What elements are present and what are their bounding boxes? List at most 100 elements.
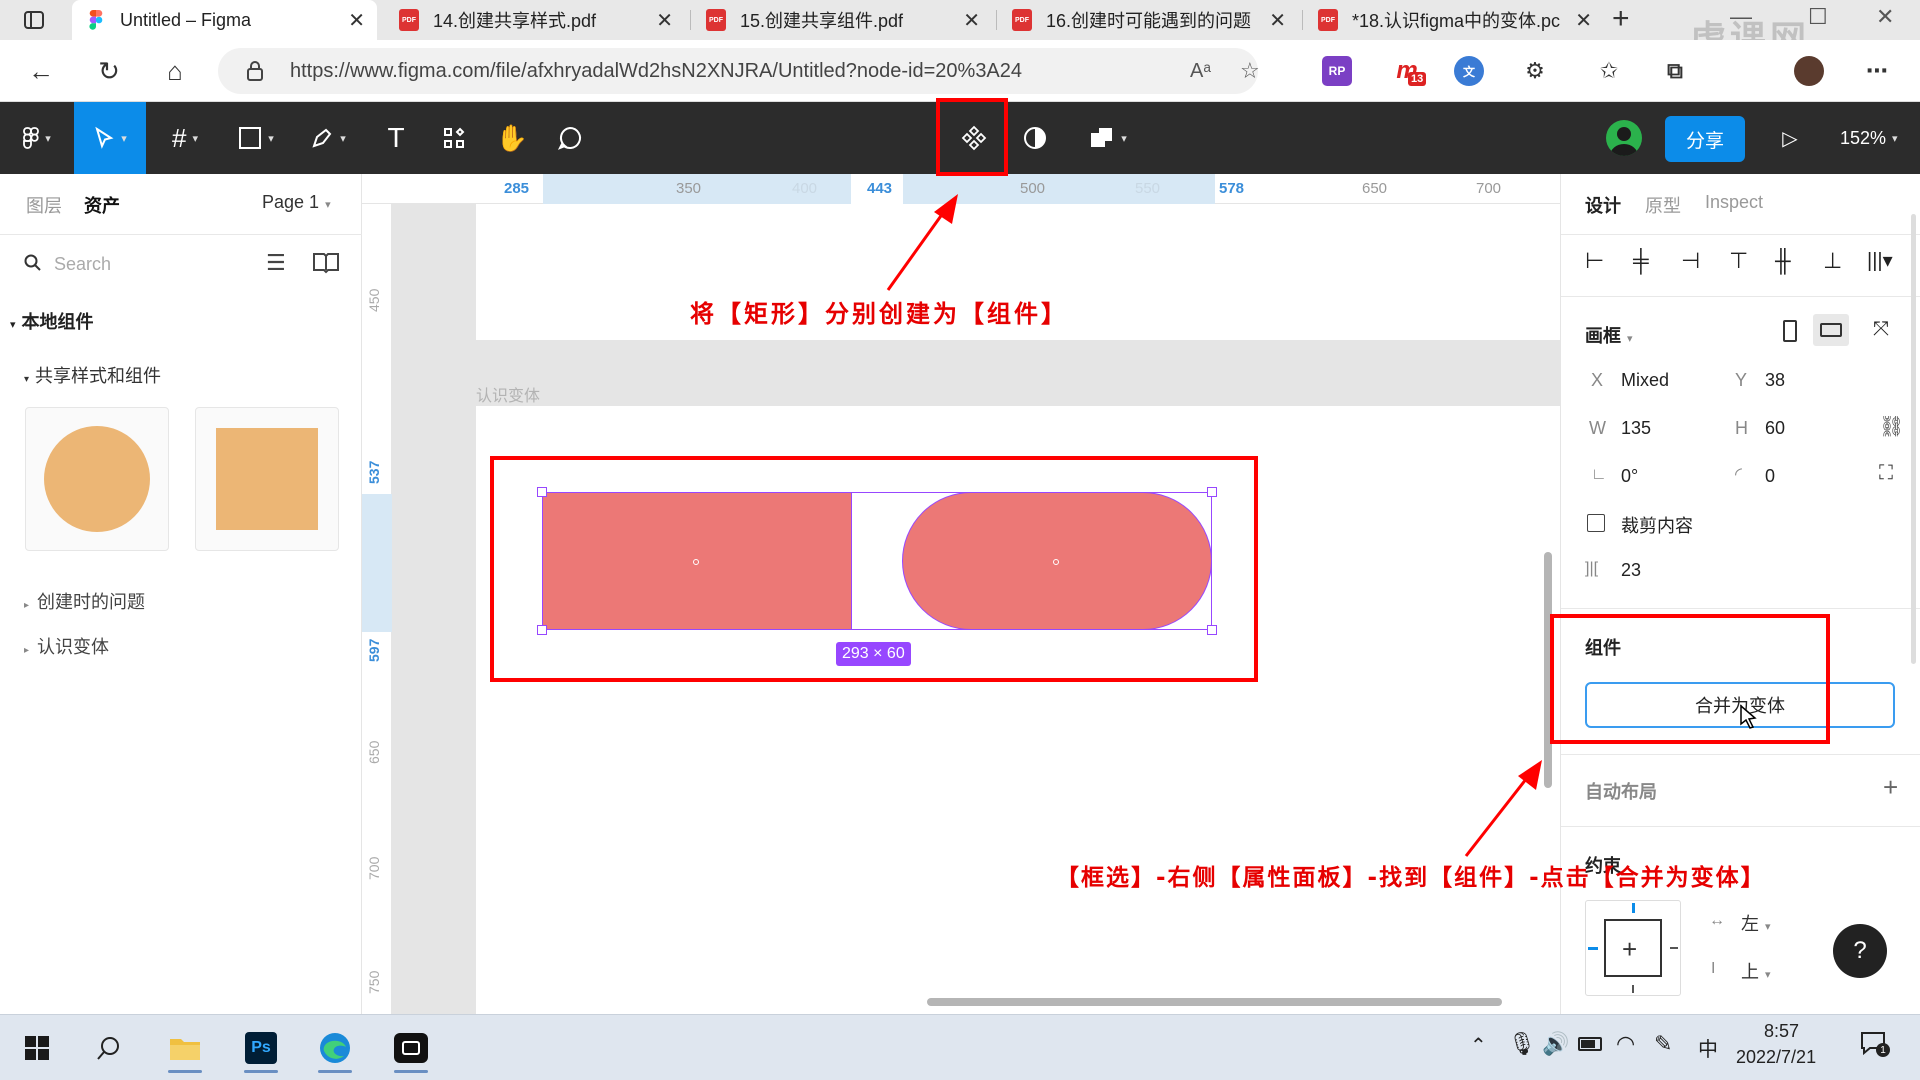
volume-icon[interactable]: 🔊 xyxy=(1542,1031,1569,1057)
close-tab-icon[interactable]: ✕ xyxy=(963,8,980,33)
zoom-dropdown[interactable]: 152% ▾ xyxy=(1840,102,1898,174)
landscape-icon[interactable] xyxy=(1813,314,1849,346)
close-window-button[interactable]: ✕ xyxy=(1876,4,1894,30)
x-value[interactable]: Mixed xyxy=(1621,370,1669,391)
microphone-icon[interactable]: 🎙 xyxy=(1508,1031,1536,1057)
corner-radius-value[interactable]: 0 xyxy=(1765,466,1775,487)
pen-input-icon[interactable]: ✎ xyxy=(1654,1031,1672,1057)
group-variants[interactable]: ▸ 认识变体 xyxy=(24,633,109,659)
collections-icon[interactable]: ⧉ xyxy=(1660,56,1690,86)
notification-icon[interactable]: 1 xyxy=(1860,1031,1890,1057)
back-arrow-icon[interactable]: ← xyxy=(20,50,62,92)
extension-m-icon[interactable]: m 13 xyxy=(1392,56,1427,86)
shape-tool-button[interactable]: ▾ xyxy=(228,102,284,174)
independent-corners-icon[interactable]: ⛶ xyxy=(1879,462,1893,485)
clip-content-checkbox[interactable] xyxy=(1587,514,1605,532)
home-icon[interactable]: ⌂ xyxy=(154,50,196,92)
rotation-value[interactable]: 0° xyxy=(1621,466,1638,487)
clock-time[interactable]: 8:57 xyxy=(1764,1021,1799,1042)
tab-actions-icon[interactable] xyxy=(22,8,46,32)
align-bottom-icon[interactable]: ⊥ xyxy=(1823,248,1842,274)
hand-tool-button[interactable]: ✋ xyxy=(490,102,534,174)
clock-date[interactable]: 2022/7/21 xyxy=(1736,1047,1816,1068)
profile-avatar[interactable] xyxy=(1794,56,1824,86)
input-method-indicator[interactable]: 中 xyxy=(1698,1033,1718,1062)
frame-tool-button[interactable]: # ▾ xyxy=(160,102,210,174)
main-menu-button[interactable]: ▾ xyxy=(10,102,64,174)
group-shared[interactable]: ▾ 共享样式和组件 xyxy=(24,362,161,388)
url-field[interactable]: https://www.figma.com/file/afxhryadalWd2… xyxy=(218,48,1260,94)
vertical-constraint-dropdown[interactable]: 上 ▾ xyxy=(1741,958,1771,984)
tab-prototype[interactable]: 原型 xyxy=(1645,192,1681,218)
refresh-icon[interactable]: ↻ xyxy=(88,50,130,92)
battery-icon[interactable] xyxy=(1578,1037,1602,1051)
help-button[interactable]: ? xyxy=(1833,924,1887,978)
list-view-icon[interactable]: ☰ xyxy=(266,250,286,276)
start-windows-icon[interactable] xyxy=(12,1023,62,1073)
screen-recorder-icon[interactable] xyxy=(386,1023,436,1073)
align-right-icon[interactable]: ⊣ xyxy=(1681,248,1700,274)
move-tool-button[interactable]: ▾ xyxy=(74,102,146,174)
file-explorer-icon[interactable] xyxy=(160,1023,210,1073)
align-center-h-icon[interactable]: ╪ xyxy=(1633,248,1649,274)
horizontal-scrollbar[interactable] xyxy=(927,998,1502,1006)
minimize-button[interactable]: — xyxy=(1730,4,1752,30)
w-value[interactable]: 135 xyxy=(1621,418,1651,439)
close-tab-icon[interactable]: ✕ xyxy=(348,8,365,33)
asset-circle-component[interactable] xyxy=(25,407,169,551)
wifi-icon[interactable]: ◠ xyxy=(1616,1031,1635,1057)
horizontal-constraint-dropdown[interactable]: 左 ▾ xyxy=(1741,910,1771,936)
align-left-icon[interactable]: ⊢ xyxy=(1585,248,1604,274)
browser-tab-pdf-18[interactable]: PDF *18.认识figma中的变体.pc ✕ xyxy=(1304,0,1604,40)
search-icon[interactable] xyxy=(84,1023,134,1073)
tab-inspect[interactable]: Inspect xyxy=(1705,192,1763,213)
boolean-ops-button[interactable]: ▾ xyxy=(1076,102,1140,174)
h-value[interactable]: 60 xyxy=(1765,418,1785,439)
browser-tab-pdf-16[interactable]: PDF 16.创建时可能遇到的问题 ✕ xyxy=(998,0,1298,40)
text-tool-button[interactable]: T xyxy=(374,102,418,174)
frame-section-title[interactable]: 画框 ▾ xyxy=(1585,322,1633,348)
tab-assets[interactable]: 资产 xyxy=(84,192,120,218)
more-options-icon[interactable]: ⋯ xyxy=(1862,56,1892,86)
new-tab-button[interactable]: + xyxy=(1612,2,1630,36)
align-center-v-icon[interactable]: ╫ xyxy=(1775,248,1791,274)
distribute-icon[interactable]: |||▾ xyxy=(1867,248,1893,273)
constrain-proportions-icon[interactable]: ⛓ xyxy=(1879,414,1904,439)
add-auto-layout-icon[interactable]: + xyxy=(1883,772,1898,803)
close-tab-icon[interactable]: ✕ xyxy=(1575,8,1592,33)
show-hidden-icons[interactable]: ⌃ xyxy=(1470,1033,1487,1058)
resize-to-fit-icon[interactable]: ⤧ xyxy=(1873,318,1889,341)
favorites-icon[interactable]: ✩ xyxy=(1594,56,1624,86)
frame-label[interactable]: 认识变体 xyxy=(476,382,540,406)
extensions-puzzle-icon[interactable]: ⚙ xyxy=(1520,56,1550,86)
align-top-icon[interactable]: ⊤ xyxy=(1729,248,1748,274)
present-button[interactable]: ▷ xyxy=(1770,102,1810,174)
asset-square-component[interactable] xyxy=(195,407,339,551)
close-tab-icon[interactable]: ✕ xyxy=(656,8,673,33)
translate-extension-icon[interactable]: 文 xyxy=(1454,56,1484,86)
share-button[interactable]: 分享 xyxy=(1665,116,1745,162)
user-avatar[interactable] xyxy=(1606,120,1642,156)
favorite-add-icon[interactable]: ☆ xyxy=(1240,58,1260,84)
constraints-widget[interactable]: + xyxy=(1585,900,1681,996)
pen-tool-button[interactable]: ▾ xyxy=(300,102,356,174)
portrait-icon[interactable] xyxy=(1783,320,1797,342)
library-book-icon[interactable] xyxy=(312,250,340,279)
spacing-value[interactable]: 23 xyxy=(1621,560,1641,581)
browser-tab-pdf-15[interactable]: PDF 15.创建共享组件.pdf ✕ xyxy=(692,0,992,40)
photoshop-icon[interactable]: Ps xyxy=(236,1023,286,1073)
comment-tool-button[interactable] xyxy=(548,102,592,174)
axure-extension-icon[interactable]: RP xyxy=(1322,56,1352,86)
y-value[interactable]: 38 xyxy=(1765,370,1785,391)
panel-scrollbar[interactable] xyxy=(1911,214,1916,664)
maximize-button[interactable]: ☐ xyxy=(1808,4,1828,30)
tab-design[interactable]: 设计 xyxy=(1585,192,1621,218)
search-input[interactable]: Search xyxy=(54,254,111,275)
edge-browser-icon[interactable] xyxy=(310,1023,360,1073)
resources-tool-button[interactable] xyxy=(432,102,476,174)
mask-button[interactable] xyxy=(1010,102,1060,174)
read-aloud-icon[interactable]: Aᵃ xyxy=(1190,60,1211,83)
browser-tab-pdf-14[interactable]: PDF 14.创建共享样式.pdf ✕ xyxy=(385,0,685,40)
local-components-header[interactable]: ▾ 本地组件 xyxy=(10,308,94,334)
tab-layers[interactable]: 图层 xyxy=(26,192,62,218)
